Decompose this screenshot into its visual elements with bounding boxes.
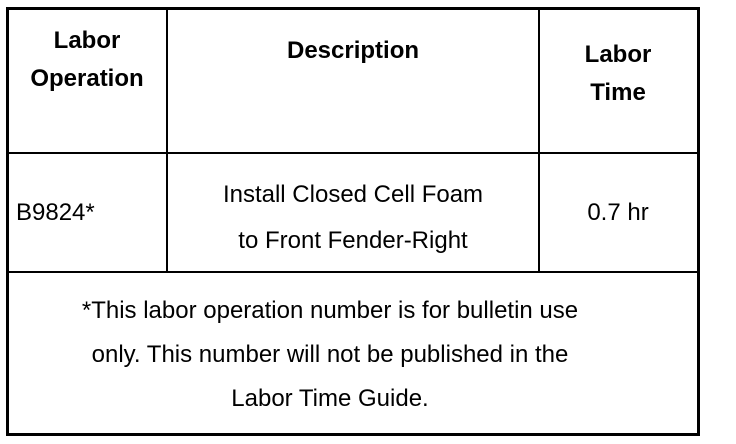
- cell-labor-time: 0.7 hr: [587, 199, 649, 226]
- header-description: Description: [286, 37, 420, 64]
- footnote: *This labor operation number is for bull…: [81, 297, 579, 412]
- data-row-divider: [8, 271, 698, 273]
- cell-labor-operation: B9824*: [16, 199, 95, 226]
- header-labor-operation: Labor Operation: [30, 27, 144, 92]
- header-labor-time: Labor Time: [584, 41, 652, 106]
- cell-description: Install Closed Cell Foam to Front Fender…: [222, 181, 484, 254]
- header-row-divider: [8, 152, 698, 154]
